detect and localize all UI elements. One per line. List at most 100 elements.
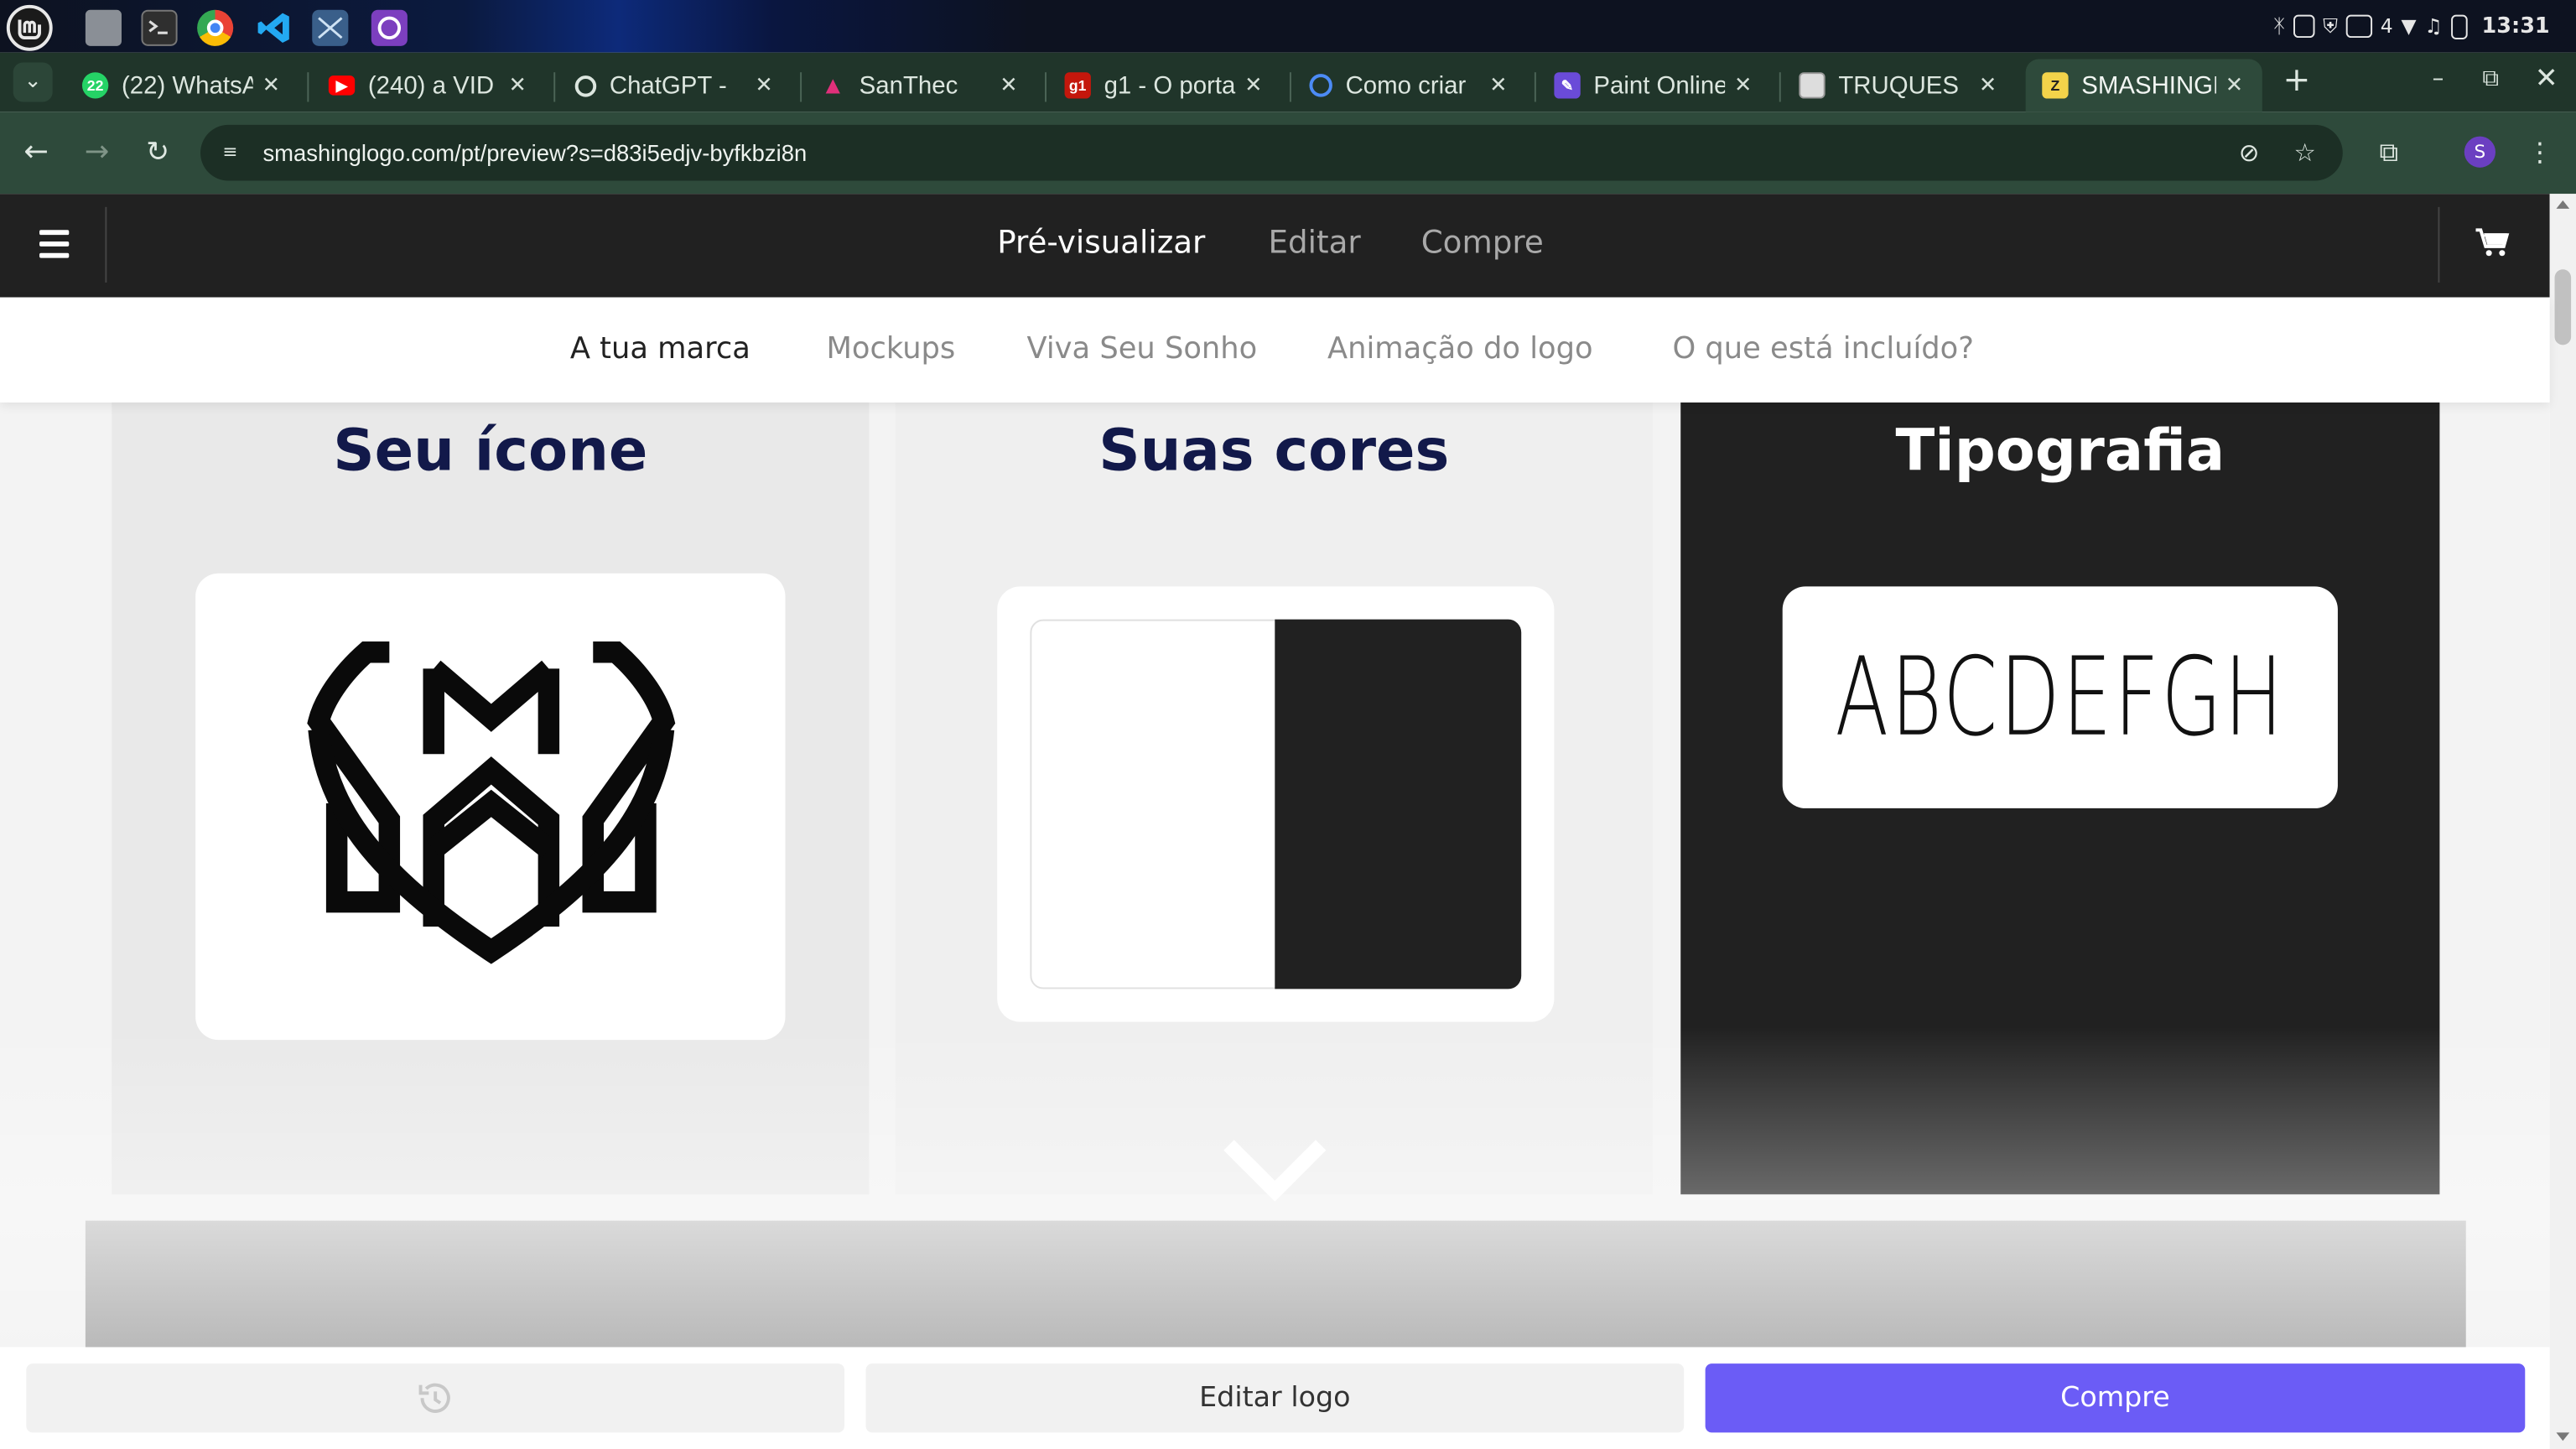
tab-divider [1289,72,1291,102]
close-icon[interactable]: ✕ [1976,72,1999,98]
close-icon[interactable]: ✕ [1487,72,1509,98]
tab-search-chevron-icon[interactable]: ⌄ [13,62,53,102]
subnav-logo-animation[interactable]: Animação do logo [1327,298,1593,402]
smashinglogo-icon: Z [2042,72,2069,99]
tab-strip: ⌄ 22 (22) WhatsApp ✕ ▶ (240) a VID ✕ Cha… [0,52,2576,112]
bluetooth-icon[interactable]: ᛡ [2273,15,2285,38]
mint-menu-icon[interactable] [6,4,53,51]
address-bar[interactable]: ≡ smashinglogo.com/pt/preview?s=d83i5edj… [200,124,2343,181]
scrollbar-thumb[interactable] [2554,269,2572,345]
reload-icon[interactable]: ↻ [138,133,178,173]
typography-panel-title: Tipografia [1895,418,2225,485]
system-tray: ᛡ ⛨ 4 ▼ ♫ 13:31 [2273,10,2550,43]
browser-toolbar: ← → ↻ ≡ smashinglogo.com/pt/preview?s=d8… [0,112,2576,195]
url-text[interactable]: smashinglogo.com/pt/preview?s=d83i5edjv-… [262,125,807,181]
scroll-up-arrow-icon[interactable] [2556,200,2570,209]
profile-avatar[interactable]: S [2464,136,2496,168]
chrome-icon[interactable] [197,9,234,46]
nav-buy[interactable]: Compre [1421,194,1544,297]
screen: ᛡ ⛨ 4 ▼ ♫ 13:31 ⌄ 22 (22) WhatsApp ✕ ▶ (… [0,0,2576,1449]
tab-smashinglogo[interactable]: Z SMASHINGLOGO ✕ [2025,59,2262,112]
tab-title: Como criar [1345,71,1467,100]
tab-title: (22) WhatsApp [121,71,253,100]
buy-button[interactable]: Compre [1705,1363,2526,1433]
minimize-icon[interactable]: – [2418,60,2458,99]
back-arrow-icon[interactable]: ← [17,133,56,173]
header-divider [105,206,107,283]
tab-paint-online[interactable]: ✎ Paint Online ✕ [1538,60,1771,112]
next-section-preview [85,1220,2466,1348]
tab-title: SanThec [859,71,958,100]
notification-count: 4 [2380,14,2393,39]
forward-arrow-icon[interactable]: → [77,133,117,173]
github-desktop-icon[interactable] [371,9,408,46]
colors-panel-title: Suas cores [1098,418,1450,485]
files-icon[interactable] [85,9,122,46]
scroll-down-chevron-icon[interactable] [1223,1135,1327,1208]
battery-icon[interactable] [2450,13,2467,39]
clock[interactable]: 13:31 [2482,14,2550,39]
mysql-workbench-icon[interactable] [312,9,349,46]
edit-logo-button[interactable]: Editar logo [865,1363,1685,1433]
vscode-icon[interactable] [257,10,293,46]
terminal-icon[interactable] [141,9,178,46]
extensions-icon[interactable]: ⧉ [2369,133,2408,173]
color-swatch-black[interactable] [1275,619,1522,989]
subnav-live-your-dream[interactable]: Viva Seu Sonho [1026,298,1257,402]
close-icon[interactable]: ✕ [752,72,775,98]
nav-edit[interactable]: Editar [1268,194,1360,297]
bottom-action-bar: Editar logo Compre [0,1347,2550,1449]
close-window-icon[interactable]: ✕ [2527,60,2566,99]
new-tab-plus-icon[interactable]: + [2280,60,2313,99]
site-settings-icon[interactable]: ≡ [217,140,243,166]
sound-icon[interactable]: ♫ [2424,15,2442,38]
close-icon[interactable]: ✕ [506,72,528,98]
tab-truques[interactable]: TRUQUES ✕ [1783,60,2016,112]
eye-off-icon[interactable]: ⊘ [2234,138,2263,168]
close-icon[interactable]: ✕ [2223,72,2246,98]
close-icon[interactable]: ✕ [1242,72,1265,98]
nav-preview[interactable]: Pré-visualizar [997,194,1205,297]
hamburger-menu-icon[interactable] [39,230,72,259]
close-icon[interactable]: ✕ [997,72,1020,98]
logo-icon-card [195,573,786,1041]
sub-navigation: A tua marca Mockups Viva Seu Sonho Anima… [0,297,2550,403]
subnav-mockups[interactable]: Mockups [826,298,955,402]
bookmark-star-icon[interactable]: ☆ [2290,138,2319,168]
close-icon[interactable]: ✕ [260,72,283,98]
tab-whatsapp[interactable]: 22 (22) WhatsApp ✕ [65,60,299,112]
icon-panel-title: Seu ícone [333,418,648,485]
icon-panel: Seu ícone [112,402,870,1195]
clipboard-icon[interactable] [2293,14,2315,39]
tab-title: SMASHINGLOGO [2081,71,2216,100]
angular-icon: ▲ [820,71,845,100]
subnav-whats-included[interactable]: O que está incluído? [1672,298,1974,402]
close-icon[interactable]: ✕ [1732,72,1754,98]
updates-icon[interactable] [2345,14,2373,39]
page-scrollbar[interactable] [2549,194,2576,1449]
shield-icon[interactable]: ⛨ [2323,14,2338,39]
tab-chatgpt[interactable]: ChatGPT - ✕ [558,60,792,112]
chatgpt-icon [574,75,597,96]
wifi-icon[interactable]: ▼ [2402,15,2417,38]
history-icon [418,1383,450,1413]
subnav-your-brand[interactable]: A tua marca [570,298,750,402]
color-palette-card [997,586,1555,1022]
scroll-down-arrow-icon[interactable] [2556,1432,2570,1441]
youtube-icon: ▶ [328,75,356,96]
tab-como-criar[interactable]: Como criar ✕ [1293,60,1526,112]
history-button[interactable] [26,1363,845,1433]
tab-divider [307,72,309,102]
header-divider [2438,206,2440,283]
tab-santhec[interactable]: ▲ SanThec ✕ [803,60,1036,112]
tab-title: Paint Online [1593,71,1726,100]
tab-g1[interactable]: g1 g1 - O portal ✕ [1048,60,1281,112]
tab-title: TRUQUES [1838,71,1960,100]
more-menu-icon[interactable]: ⋮ [2520,133,2559,173]
maximize-icon[interactable]: ⧉ [2471,60,2511,99]
cart-icon[interactable] [2475,226,2511,259]
color-swatch-white[interactable] [1030,619,1277,989]
tab-youtube[interactable]: ▶ (240) a VID ✕ [312,60,545,112]
tab-title: g1 - O portal [1104,71,1236,100]
font-sample-card: ABCDEFGH [1782,586,2338,808]
